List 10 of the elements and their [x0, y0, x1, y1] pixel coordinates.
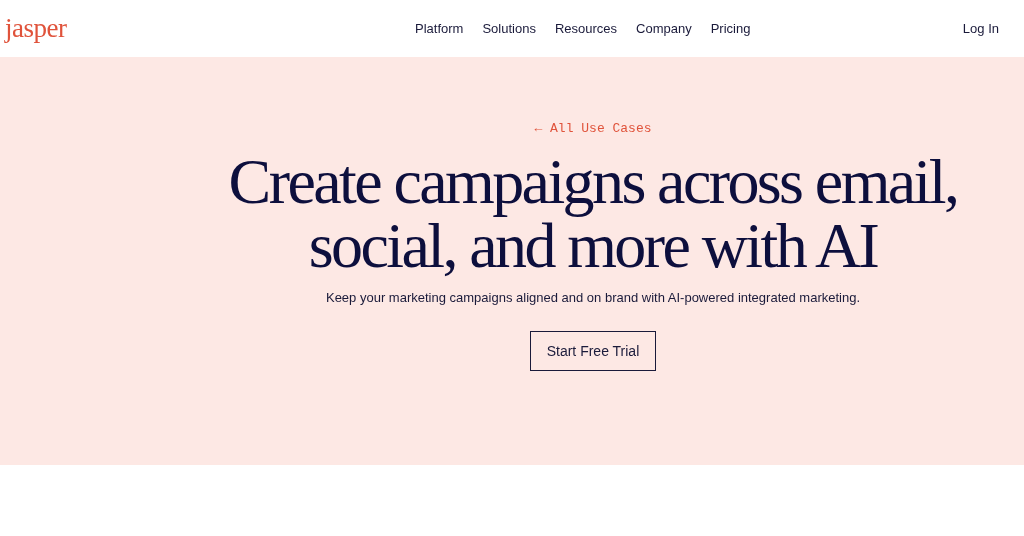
hero-headline: Create campaigns across email, social, and more with AI	[228, 150, 958, 278]
start-trial-button[interactable]: Start Free Trial	[529, 331, 657, 371]
login-link[interactable]: Log In	[962, 21, 999, 36]
jasper-logo[interactable]: jasper	[5, 13, 415, 44]
nav-link[interactable]: Pricing	[710, 21, 751, 36]
hero-subtitle: Keep your marketing campaigns aligned and on brand with AI-powered integrated marketing.	[325, 290, 860, 305]
nav-link[interactable]: Solutions	[482, 21, 536, 36]
nav-link[interactable]: Resources	[554, 21, 618, 36]
nav-link[interactable]: Platform	[415, 21, 464, 36]
nav-link[interactable]: Company	[636, 21, 692, 36]
